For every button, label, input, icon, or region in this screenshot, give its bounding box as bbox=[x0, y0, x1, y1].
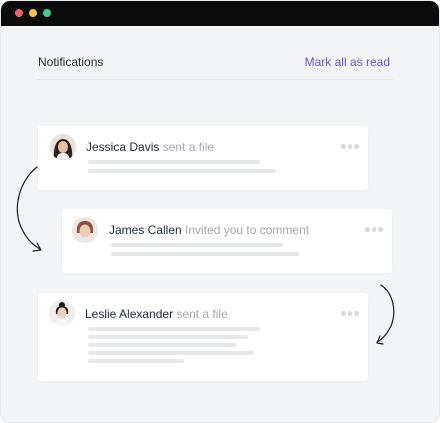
notification-action: sent a file bbox=[162, 140, 215, 154]
header-divider bbox=[37, 79, 393, 80]
minimize-window-button[interactable] bbox=[29, 9, 37, 17]
close-window-button[interactable] bbox=[15, 9, 23, 17]
notification-action: Invited you to comment bbox=[185, 223, 310, 237]
page-title: Notifications bbox=[38, 55, 104, 69]
placeholder-line bbox=[88, 359, 184, 363]
more-options-icon[interactable] bbox=[341, 144, 360, 150]
sender-name[interactable]: James Callen bbox=[109, 223, 182, 237]
more-options-icon[interactable] bbox=[341, 311, 360, 317]
avatar bbox=[49, 300, 75, 326]
maximize-window-button[interactable] bbox=[43, 9, 51, 17]
placeholder-line bbox=[88, 169, 276, 173]
avatar bbox=[72, 217, 98, 243]
placeholder-line bbox=[88, 335, 248, 339]
placeholder-line bbox=[88, 160, 260, 164]
placeholder-line bbox=[88, 351, 254, 355]
placeholder-line bbox=[111, 252, 299, 256]
notification-card[interactable]: Leslie Alexander sent a file bbox=[38, 293, 368, 381]
notification-action: sent a file bbox=[176, 307, 228, 321]
avatar-james-icon bbox=[72, 217, 98, 243]
sender-name[interactable]: Jessica Davis bbox=[86, 140, 159, 154]
avatar-jessica-icon bbox=[50, 134, 76, 160]
sender-name[interactable]: Leslie Alexander bbox=[85, 307, 173, 321]
avatar-leslie-icon bbox=[49, 300, 75, 326]
app-window: Notifications Mark all as read Jessica D… bbox=[0, 0, 440, 423]
avatar bbox=[50, 134, 76, 160]
placeholder-line bbox=[88, 327, 260, 331]
placeholder-line bbox=[88, 343, 236, 347]
curved-arrow-icon bbox=[376, 284, 395, 345]
title-bar bbox=[1, 1, 439, 26]
mark-all-read-link[interactable]: Mark all as read bbox=[305, 55, 390, 69]
notification-card[interactable]: James Callen Invited you to comment bbox=[62, 209, 392, 273]
notification-card[interactable]: Jessica Davis sent a file bbox=[38, 126, 368, 190]
placeholder-line bbox=[111, 243, 283, 247]
curved-arrow-icon bbox=[16, 166, 42, 252]
more-options-icon[interactable] bbox=[365, 227, 384, 233]
